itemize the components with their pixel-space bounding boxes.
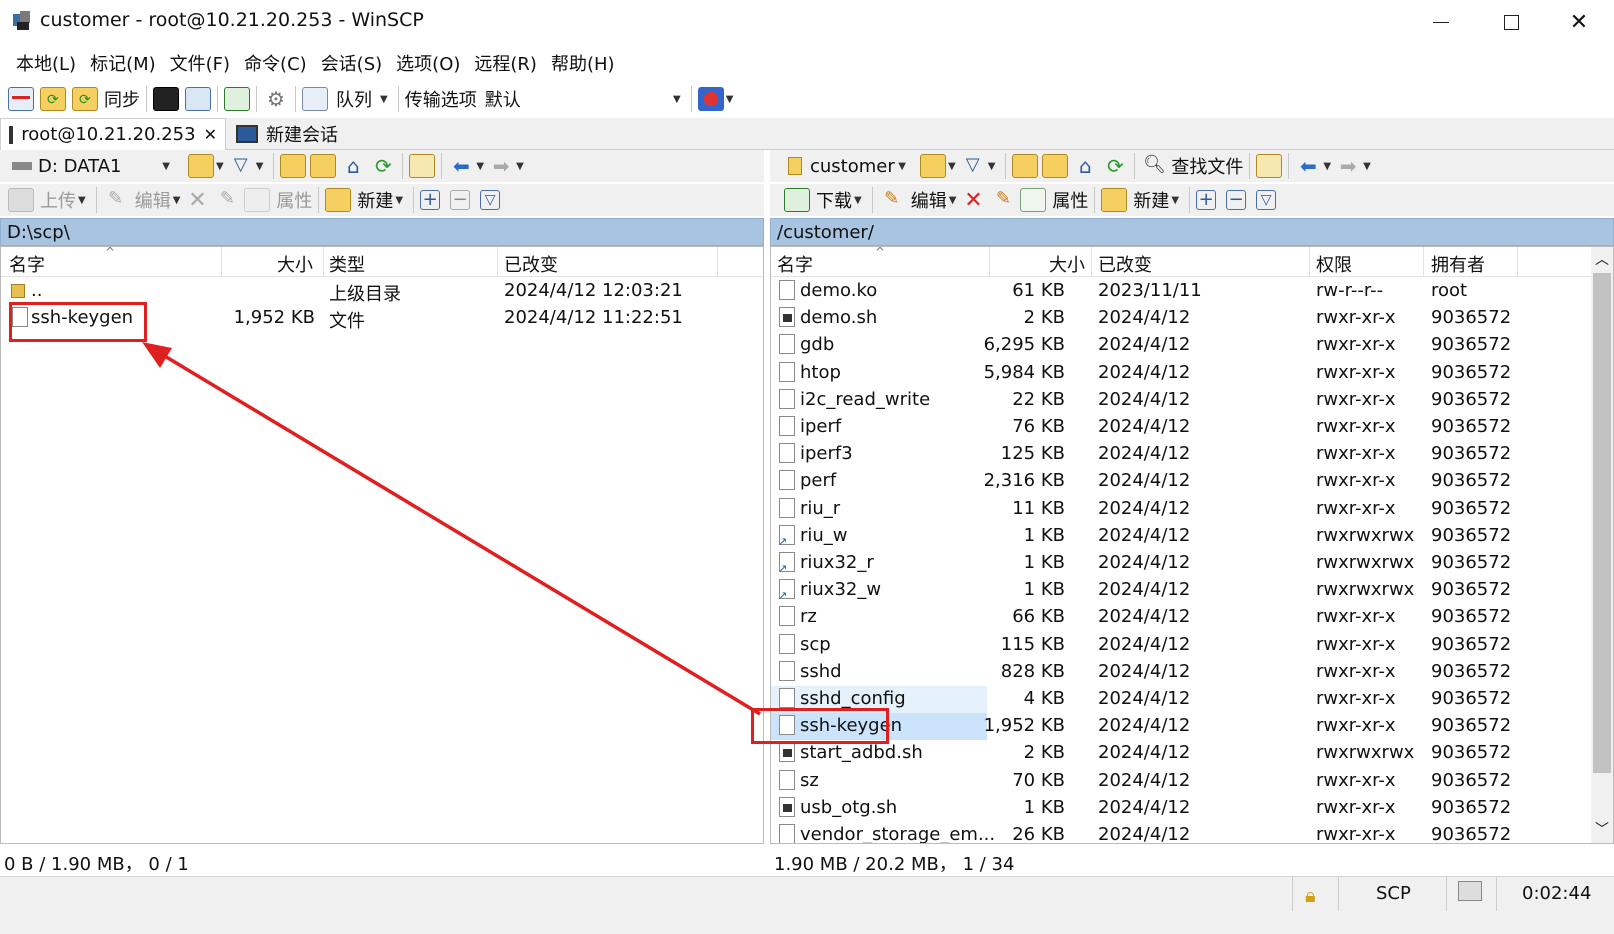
protocol-label: SCP (1376, 883, 1411, 904)
drag-arrow (142, 342, 761, 716)
status-bar: 🔒︎ SCP 0:02:44 (0, 876, 1614, 934)
right-status: 1.90 MB / 20.2 MB， 1 / 34 (774, 854, 1015, 875)
screen-icon (1458, 881, 1482, 901)
lock-icon: 🔒︎ (1305, 883, 1316, 907)
left-status: 0 B / 1.90 MB， 0 / 1 (4, 854, 189, 875)
elapsed-time: 0:02:44 (1522, 883, 1592, 904)
